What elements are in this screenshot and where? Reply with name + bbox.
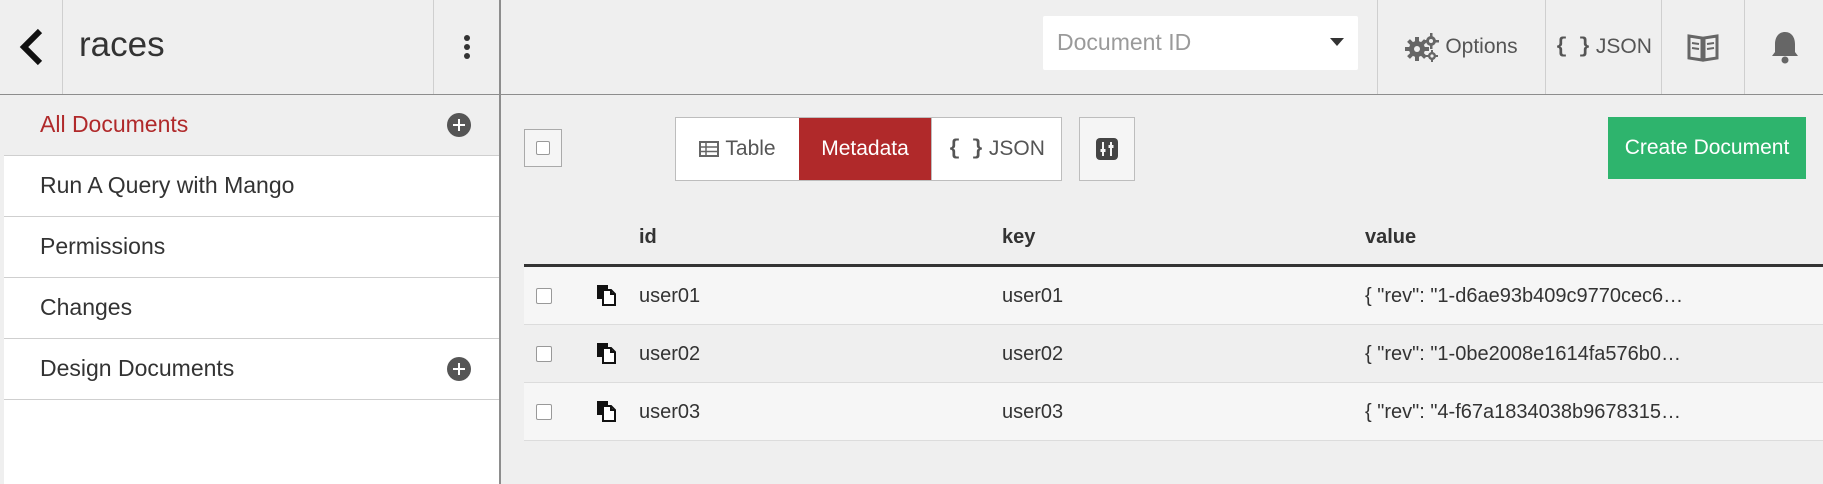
select-all-checkbox[interactable]	[524, 129, 562, 167]
view-json-label: JSON	[988, 137, 1045, 160]
table-row[interactable]: user02 user02 { "rev": "1-0be2008e1614fa…	[524, 325, 1823, 383]
sidebar-item-permissions[interactable]: Permissions	[4, 217, 499, 278]
kebab-icon	[463, 35, 470, 59]
braces-icon: { }	[1555, 35, 1591, 59]
table-row[interactable]: user03 user03 { "rev": "4-f67a1834038b96…	[524, 383, 1823, 441]
copy-doc-icon[interactable]	[595, 342, 617, 364]
view-table-button[interactable]: Table	[676, 118, 799, 180]
cell-key: user02	[1002, 343, 1064, 365]
table-row[interactable]: user01 user01 { "rev": "1-d6ae93b409c977…	[524, 267, 1823, 325]
column-header-key[interactable]: key	[1002, 226, 1035, 249]
braces-icon: { }	[948, 137, 984, 161]
cell-value: { "rev": "4-f67a1834038b9678315…	[1365, 401, 1681, 423]
copy-doc-icon[interactable]	[595, 400, 617, 422]
documentation-button[interactable]	[1661, 0, 1744, 94]
options-button[interactable]: Options	[1377, 0, 1545, 94]
sidebar-divider	[499, 0, 501, 484]
add-circle-icon[interactable]	[447, 357, 471, 381]
back-button[interactable]	[0, 0, 63, 94]
document-id-placeholder: Document ID	[1057, 29, 1192, 55]
notifications-button[interactable]	[1744, 0, 1823, 94]
table-header: id key value	[524, 212, 1823, 267]
column-header-id[interactable]: id	[639, 226, 657, 249]
sidebar-item-changes[interactable]: Changes	[4, 278, 499, 339]
view-table-label: Table	[725, 137, 776, 160]
json-label: JSON	[1595, 35, 1652, 58]
bell-icon	[1771, 32, 1798, 64]
cell-key: user01	[1002, 285, 1064, 307]
sidebar-item-all-documents[interactable]: All Documents	[4, 95, 499, 156]
sidebar-item-label: Changes	[40, 294, 133, 320]
cell-id[interactable]: user01	[639, 285, 700, 308]
add-circle-icon[interactable]	[447, 113, 471, 137]
cell-value: { "rev": "1-d6ae93b409c9770cec6…	[1365, 285, 1684, 307]
database-title: races	[79, 25, 165, 64]
column-header-value[interactable]: value	[1365, 226, 1416, 249]
row-checkbox[interactable]	[536, 346, 552, 362]
top-header: races Document ID Options {} JSON	[0, 0, 1823, 95]
database-menu-button[interactable]	[433, 0, 499, 94]
checkbox-box	[536, 141, 550, 155]
document-id-select[interactable]: Document ID	[1043, 16, 1358, 70]
sidebar-item-label: Design Documents	[40, 355, 235, 381]
view-metadata-button[interactable]: Metadata	[799, 118, 931, 180]
view-toggle: Table Metadata { } JSON	[675, 117, 1062, 181]
copy-doc-icon[interactable]	[595, 284, 617, 306]
row-checkbox[interactable]	[536, 404, 552, 420]
book-icon	[1687, 34, 1719, 62]
sidebar-item-label: Permissions	[40, 233, 166, 259]
sidebar: All Documents Run A Query with Mango Per…	[4, 95, 499, 484]
gears-icon	[1405, 33, 1440, 62]
table-icon	[699, 141, 720, 157]
create-document-button[interactable]: Create Document	[1608, 117, 1806, 179]
cell-key: user03	[1002, 401, 1064, 423]
json-button[interactable]: { } JSON	[1545, 0, 1661, 94]
column-settings-button[interactable]	[1079, 117, 1135, 181]
row-checkbox[interactable]	[536, 288, 552, 304]
view-json-button[interactable]: { } JSON	[931, 118, 1061, 180]
sliders-icon	[1096, 138, 1118, 160]
view-metadata-label: Metadata	[821, 137, 909, 160]
cell-value: { "rev": "1-0be2008e1614fa576b0…	[1365, 343, 1681, 365]
options-label: Options	[1445, 35, 1518, 58]
sidebar-item-label: Run A Query with Mango	[40, 172, 295, 198]
sidebar-item-design-documents[interactable]: Design Documents	[4, 339, 499, 400]
sidebar-item-mango-query[interactable]: Run A Query with Mango	[4, 156, 499, 217]
chevron-down-icon	[1330, 38, 1344, 46]
cell-id[interactable]: user02	[639, 343, 700, 366]
cell-id[interactable]: user03	[639, 401, 700, 424]
sidebar-item-label: All Documents	[40, 111, 189, 137]
chevron-left-icon	[19, 28, 43, 66]
